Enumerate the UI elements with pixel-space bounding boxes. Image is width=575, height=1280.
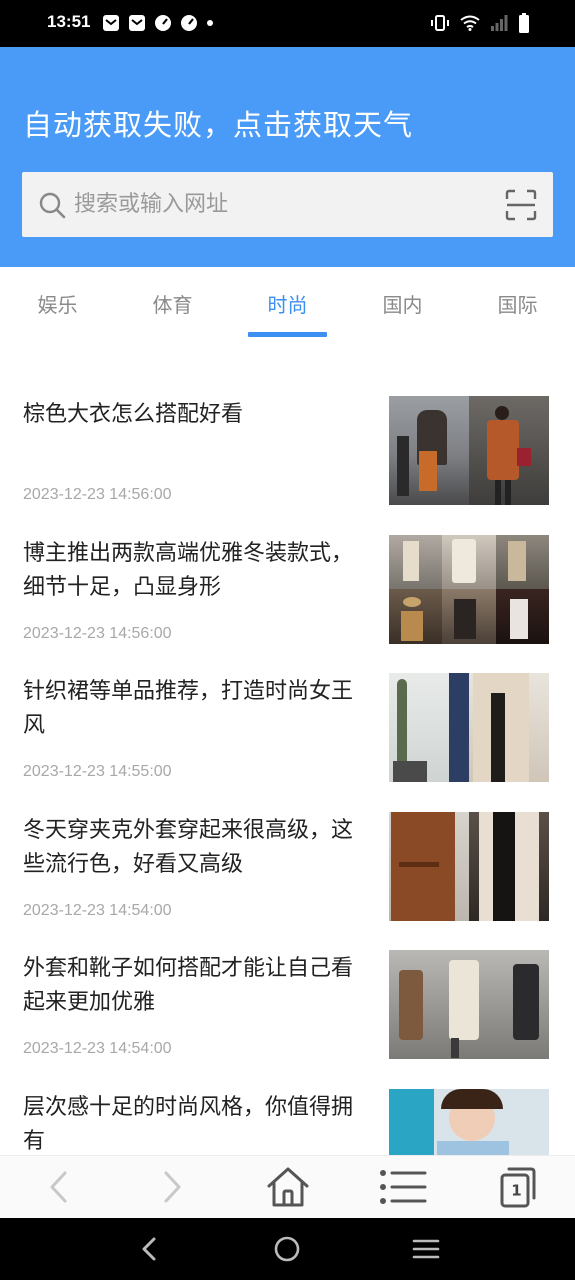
- news-time: 2023-12-23 14:55:00: [23, 763, 172, 780]
- menu-button[interactable]: [345, 1156, 460, 1218]
- search-input[interactable]: [74, 172, 494, 237]
- speedometer-icon: [155, 15, 171, 31]
- search-bar[interactable]: [22, 172, 553, 237]
- tab-domestic[interactable]: 国内: [345, 267, 460, 337]
- news-item[interactable]: 针织裙等单品推荐，打造时尚女王风 2023-12-23 14:55:00: [0, 657, 575, 796]
- notification-icons: [102, 14, 214, 32]
- system-back-button[interactable]: [119, 1219, 179, 1279]
- tabs-button[interactable]: 1: [460, 1156, 575, 1218]
- search-icon: [39, 192, 66, 219]
- nav-back-icon: [142, 1237, 156, 1261]
- status-bar: 13:51: [0, 0, 575, 47]
- nav-recents-icon: [412, 1239, 440, 1259]
- news-title: 层次感十足的时尚风格，你值得拥有: [23, 1094, 354, 1154]
- tab-entertainment[interactable]: 娱乐: [0, 267, 115, 337]
- wifi-icon: [460, 15, 480, 31]
- system-nav-bar: [0, 1218, 575, 1280]
- speedometer-icon: [181, 15, 197, 31]
- news-title: 外套和靴子如何搭配才能让自己看起来更加优雅: [23, 956, 354, 1015]
- home-icon: [267, 1167, 308, 1207]
- news-item[interactable]: 层次感十足的时尚风格，你值得拥有: [0, 1073, 575, 1155]
- tab-fashion[interactable]: 时尚: [230, 267, 345, 337]
- battery-icon: [519, 13, 529, 33]
- news-thumbnail: [389, 811, 549, 921]
- tab-international[interactable]: 国际: [460, 267, 575, 337]
- category-tabs: 娱乐 体育 时尚 国内 国际: [0, 267, 575, 337]
- news-item[interactable]: 棕色大衣怎么搭配好看 2023-12-23 14:56:00: [0, 380, 575, 519]
- news-title: 针织裙等单品推荐，打造时尚女王风: [23, 679, 354, 738]
- mail-icon: [103, 15, 119, 31]
- browser-toolbar: 1: [0, 1155, 575, 1218]
- status-time: 13:51: [47, 12, 91, 31]
- news-title: 棕色大衣怎么搭配好看: [23, 402, 244, 427]
- news-thumbnail: [389, 950, 549, 1059]
- back-icon: [50, 1171, 66, 1203]
- news-list: 棕色大衣怎么搭配好看 2023-12-23 14:56:00 博主推出两款高端优…: [0, 380, 575, 1155]
- status-right-icons: [430, 13, 530, 33]
- news-thumbnail: [389, 534, 549, 644]
- header: 自动获取失败，点击获取天气: [0, 47, 575, 267]
- scan-icon[interactable]: [505, 189, 537, 221]
- news-time: 2023-12-23 14:54:00: [23, 901, 172, 919]
- back-button[interactable]: [0, 1156, 115, 1218]
- mail-icon: [129, 15, 145, 31]
- nav-home-icon: [275, 1236, 300, 1262]
- news-thumbnail: [389, 673, 549, 782]
- weather-text[interactable]: 自动获取失败，点击获取天气: [23, 102, 413, 144]
- menu-list-icon: [379, 1170, 426, 1204]
- signal-icon: [491, 15, 508, 31]
- news-thumbnail: [389, 1088, 549, 1155]
- forward-button[interactable]: [115, 1156, 230, 1218]
- news-time: 2023-12-23 14:54:00: [23, 1040, 172, 1057]
- news-time: 2023-12-23 14:56:00: [23, 624, 172, 642]
- news-title: 冬天穿夹克外套穿起来很高级，这些流行色，好看又高级: [23, 817, 354, 877]
- forward-icon: [164, 1171, 180, 1203]
- news-title: 博主推出两款高端优雅冬装款式，细节十足，凸显身形: [23, 540, 354, 600]
- tab-sports[interactable]: 体育: [115, 267, 230, 337]
- dot-icon: [207, 20, 213, 26]
- tab-count: 1: [511, 1181, 522, 1200]
- news-item[interactable]: 冬天穿夹克外套穿起来很高级，这些流行色，好看又高级 2023-12-23 14:…: [0, 796, 575, 935]
- news-thumbnail: [389, 396, 549, 505]
- news-time: 2023-12-23 14:56:00: [23, 486, 172, 503]
- system-home-button[interactable]: [257, 1219, 317, 1279]
- home-button[interactable]: [230, 1156, 345, 1218]
- news-item[interactable]: 博主推出两款高端优雅冬装款式，细节十足，凸显身形 2023-12-23 14:5…: [0, 519, 575, 658]
- news-item[interactable]: 外套和靴子如何搭配才能让自己看起来更加优雅 2023-12-23 14:54:0…: [0, 934, 575, 1073]
- vibrate-icon: [431, 15, 449, 31]
- system-recents-button[interactable]: [396, 1219, 456, 1279]
